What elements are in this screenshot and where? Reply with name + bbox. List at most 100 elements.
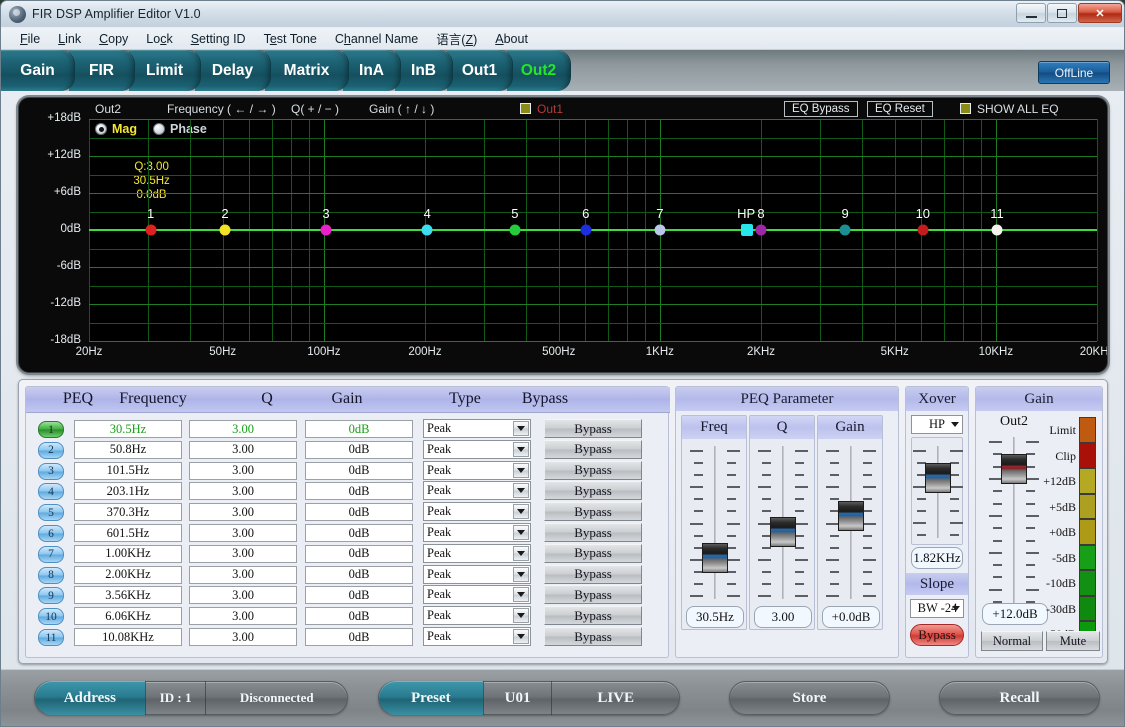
peq-type-select[interactable]: Peak [423, 481, 531, 500]
peq-frequency-field[interactable]: 3.56KHz [74, 586, 182, 604]
xover-frequency-slider[interactable] [912, 438, 964, 546]
radio-mag[interactable]: Mag [95, 122, 137, 136]
tab-out2[interactable]: Out2 [507, 50, 571, 91]
tab-out1[interactable]: Out1 [447, 50, 513, 91]
mute-button[interactable]: Mute [1046, 631, 1100, 651]
peq-q-slider[interactable] [750, 440, 816, 605]
peq-q-field[interactable]: 3.00 [189, 586, 297, 604]
peq-bypass-button[interactable]: Bypass [544, 461, 642, 480]
peq-q-field[interactable]: 3.00 [189, 607, 297, 625]
peq-row-selector-10[interactable]: 10 [38, 608, 64, 625]
minimize-button[interactable] [1016, 3, 1046, 23]
peq-row-selector-4[interactable]: 4 [38, 483, 64, 500]
peq-frequency-field[interactable]: 203.1Hz [74, 482, 182, 500]
peq-row-selector-8[interactable]: 8 [38, 567, 64, 584]
peq-q-field[interactable]: 3.00 [189, 482, 297, 500]
peq-gain-field[interactable]: 0dB [305, 462, 413, 480]
store-button[interactable]: Store [729, 681, 890, 715]
menu-item-lock[interactable]: Lock [137, 30, 181, 48]
recall-button[interactable]: Recall [939, 681, 1100, 715]
peq-gain-field[interactable]: 0dB [305, 607, 413, 625]
peq-frequency-field[interactable]: 601.5Hz [74, 524, 182, 542]
peq-q-field[interactable]: 3.00 [189, 503, 297, 521]
menu-item-file[interactable]: File [11, 30, 49, 48]
peq-gain-field[interactable]: 0dB [305, 441, 413, 459]
peq-q-field[interactable]: 3.00 [189, 628, 297, 646]
tab-inb[interactable]: InB [395, 50, 453, 91]
peq-frequency-field[interactable]: 370.3Hz [74, 503, 182, 521]
tab-delay[interactable]: Delay [195, 50, 271, 91]
peq-gain-field[interactable]: 0dB [305, 545, 413, 563]
peq-type-select[interactable]: Peak [423, 585, 531, 604]
eq-marker-1[interactable] [145, 225, 156, 236]
peq-type-select[interactable]: Peak [423, 565, 531, 584]
eq-marker-3[interactable] [321, 225, 332, 236]
peq-freq-slider[interactable] [682, 440, 748, 605]
peq-q-field[interactable]: 3.00 [189, 524, 297, 542]
slider-thumb[interactable] [925, 463, 951, 493]
eq-reset-button[interactable]: EQ Reset [867, 101, 933, 117]
peq-bypass-button[interactable]: Bypass [544, 565, 642, 584]
peq-frequency-field[interactable]: 1.00KHz [74, 545, 182, 563]
eq-marker-2[interactable] [220, 225, 231, 236]
peq-gain-field[interactable]: 0dB [305, 524, 413, 542]
tab-gain[interactable]: Gain [1, 50, 75, 91]
tab-matrix[interactable]: Matrix [265, 50, 349, 91]
peq-gain-slider[interactable] [818, 440, 884, 605]
xover-filter-select[interactable]: HP [911, 415, 963, 434]
close-button[interactable]: ✕ [1078, 3, 1122, 23]
peq-gain-field[interactable]: 0dB [305, 482, 413, 500]
peq-bypass-button[interactable]: Bypass [544, 544, 642, 563]
menu-item-copy[interactable]: Copy [90, 30, 137, 48]
peq-q-field[interactable]: 3.00 [189, 566, 297, 584]
eq-bypass-button[interactable]: EQ Bypass [784, 101, 858, 117]
peq-q-field[interactable]: 3.00 [189, 441, 297, 459]
radio-phase[interactable]: Phase [153, 122, 207, 136]
peq-row-selector-7[interactable]: 7 [38, 546, 64, 563]
eq-marker-7[interactable] [654, 225, 665, 236]
eq-marker-8[interactable] [756, 225, 767, 236]
peq-type-select[interactable]: Peak [423, 440, 531, 459]
menu-item-about[interactable]: About [486, 30, 537, 48]
menu-item-test-tone[interactable]: Test Tone [255, 30, 326, 48]
menu-item-link[interactable]: Link [49, 30, 90, 48]
peq-gain-field[interactable]: 0dB [305, 420, 413, 438]
eq-marker-5[interactable] [509, 225, 520, 236]
tab-limit[interactable]: Limit [129, 50, 201, 91]
address-button[interactable]: Address [35, 681, 145, 715]
peq-row-selector-2[interactable]: 2 [38, 442, 64, 459]
normal-button[interactable]: Normal [981, 631, 1043, 651]
eq-marker-4[interactable] [422, 225, 433, 236]
show-all-eq-checkbox[interactable] [960, 103, 971, 114]
eq-marker-6[interactable] [580, 225, 591, 236]
peq-q-field[interactable]: 3.00 [189, 420, 297, 438]
maximize-button[interactable] [1047, 3, 1077, 23]
peq-frequency-field[interactable]: 10.08KHz [74, 628, 182, 646]
menu-item-channel-name[interactable]: Channel Name [326, 30, 427, 48]
peq-type-select[interactable]: Peak [423, 627, 531, 646]
peq-type-select[interactable]: Peak [423, 502, 531, 521]
peq-frequency-field[interactable]: 101.5Hz [74, 462, 182, 480]
peq-type-select[interactable]: Peak [423, 523, 531, 542]
peq-row-selector-11[interactable]: 11 [38, 629, 64, 646]
slider-thumb[interactable] [1001, 454, 1027, 484]
peq-type-select[interactable]: Peak [423, 419, 531, 438]
peq-q-field[interactable]: 3.00 [189, 545, 297, 563]
preset-button[interactable]: Preset [379, 681, 483, 715]
eq-plot-area[interactable]: Mag Phase Q:3.0030.5Hz0.0dB 123456789101… [89, 119, 1097, 341]
peq-frequency-field[interactable]: 50.8Hz [74, 441, 182, 459]
slider-thumb[interactable] [770, 517, 796, 547]
eq-marker-10[interactable] [917, 225, 928, 236]
slider-thumb[interactable] [838, 501, 864, 531]
menu-item-z[interactable]: 语言(Z) [427, 27, 486, 50]
peq-bypass-button[interactable]: Bypass [544, 606, 642, 625]
peq-gain-field[interactable]: 0dB [305, 628, 413, 646]
eq-marker-9[interactable] [840, 225, 851, 236]
peq-row-selector-6[interactable]: 6 [38, 525, 64, 542]
peq-bypass-button[interactable]: Bypass [544, 627, 642, 646]
peq-frequency-field[interactable]: 2.00KHz [74, 566, 182, 584]
peq-type-select[interactable]: Peak [423, 461, 531, 480]
slider-thumb[interactable] [702, 543, 728, 573]
tab-ina[interactable]: InA [343, 50, 401, 91]
peq-gain-field[interactable]: 0dB [305, 503, 413, 521]
